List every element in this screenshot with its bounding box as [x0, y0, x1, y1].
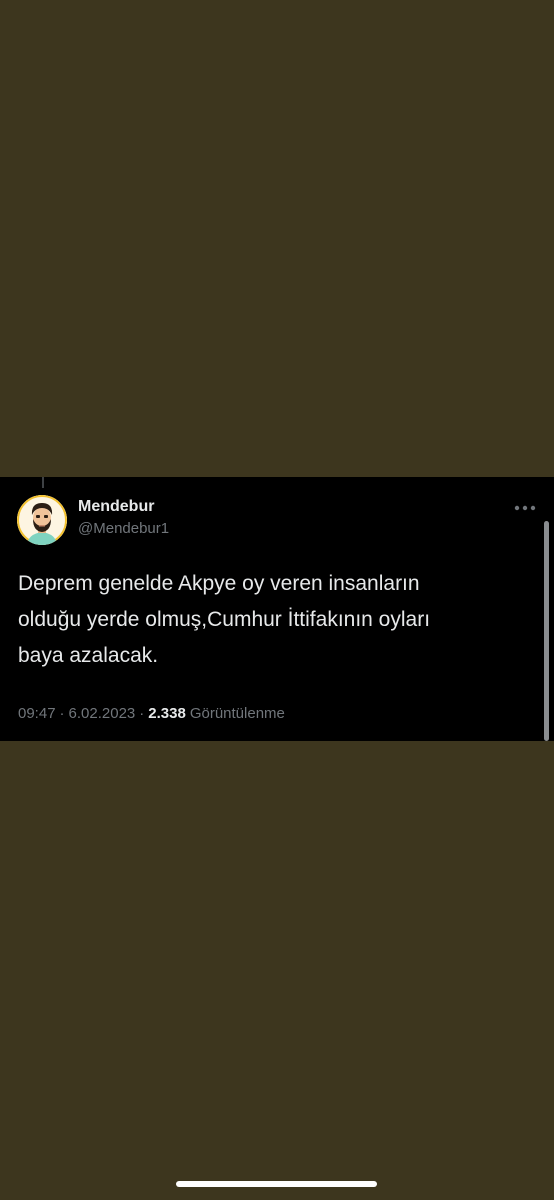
- avatar[interactable]: [17, 495, 67, 545]
- scrollbar[interactable]: [544, 521, 549, 741]
- user-handle[interactable]: @Mendebur1: [78, 520, 169, 537]
- tweet-meta: 09:47 · 6.02.2023 · 2.338 Görüntülenme: [18, 705, 285, 722]
- screen: Mendebur @Mendebur1 Deprem genelde Akpye…: [0, 0, 554, 1200]
- views-count[interactable]: 2.338: [148, 705, 186, 722]
- thread-line: [42, 477, 44, 488]
- views-label[interactable]: Görüntülenme: [190, 705, 285, 722]
- more-horizontal-icon: [514, 505, 536, 511]
- tweet-text: Deprem genelde Akpye oy veren insanların…: [18, 572, 431, 667]
- tweet-time[interactable]: 09:47: [18, 705, 56, 722]
- tweet-date[interactable]: 6.02.2023: [69, 705, 136, 722]
- display-name[interactable]: Mendebur: [78, 498, 154, 516]
- tweet-card: Mendebur @Mendebur1 Deprem genelde Akpye…: [0, 477, 554, 741]
- meta-separator: ·: [59, 705, 65, 722]
- home-indicator[interactable]: [176, 1181, 377, 1187]
- more-options-button[interactable]: [508, 499, 542, 517]
- meta-separator: ·: [139, 705, 145, 722]
- avatar-icon: [17, 495, 67, 545]
